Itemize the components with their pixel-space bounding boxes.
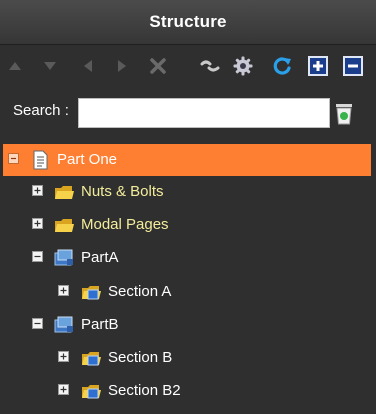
folder-icon: [53, 215, 75, 235]
tree-node-partb[interactable]: PartB: [0, 309, 376, 341]
tree-node-label: Section A: [108, 283, 172, 300]
structure-panel: Structure Search: Part One Nuts & Bolts…: [0, 0, 376, 414]
collapse-toggle[interactable]: [8, 153, 19, 164]
folder-icon: [53, 182, 75, 202]
collapse-all-icon[interactable]: [341, 54, 365, 78]
tree-node-label: PartA: [81, 249, 119, 266]
collapse-toggle[interactable]: [32, 251, 43, 262]
section-icon: [80, 282, 102, 302]
panel-title: Structure: [149, 12, 227, 31]
tree-node-section-b[interactable]: Section B: [0, 342, 376, 374]
tree-node-label: Modal Pages: [81, 216, 169, 233]
move-right-icon[interactable]: [110, 54, 134, 78]
search-label: Search :: [13, 102, 69, 119]
expand-toggle[interactable]: [58, 351, 69, 362]
expand-toggle[interactable]: [58, 384, 69, 395]
move-down-icon[interactable]: [38, 54, 62, 78]
tree-node-label: PartB: [81, 316, 119, 333]
tree-node-parta[interactable]: PartA: [0, 242, 376, 274]
move-up-icon[interactable]: [3, 54, 27, 78]
section-icon: [80, 381, 102, 401]
part-icon: [53, 315, 75, 335]
part-icon: [53, 248, 75, 268]
expand-toggle[interactable]: [32, 218, 43, 229]
tree-node-section-a[interactable]: Section A: [0, 276, 376, 308]
structure-tree: Part One Nuts & Bolts Modal Pages PartA …: [0, 144, 376, 414]
delete-icon[interactable]: [146, 54, 170, 78]
search-row: Search :: [0, 94, 376, 134]
search-input[interactable]: [78, 98, 330, 128]
expand-all-icon[interactable]: [306, 54, 330, 78]
page-icon: [29, 150, 51, 170]
link-icon[interactable]: [198, 54, 222, 78]
tree-node-part-one[interactable]: Part One: [3, 144, 371, 176]
refresh-icon[interactable]: [270, 54, 294, 78]
expand-toggle[interactable]: [58, 285, 69, 296]
collapse-toggle[interactable]: [32, 318, 43, 329]
tree-node-nuts-bolts[interactable]: Nuts & Bolts: [0, 176, 376, 208]
clear-search-icon[interactable]: [333, 102, 355, 126]
settings-icon[interactable]: [231, 54, 255, 78]
tree-node-label: Section B2: [108, 382, 181, 399]
tree-node-label: Nuts & Bolts: [81, 183, 164, 200]
tree-node-label: Section B: [108, 349, 173, 366]
section-icon: [80, 348, 102, 368]
toolbar: [0, 52, 376, 82]
tree-node-label: Part One: [57, 151, 118, 168]
expand-toggle[interactable]: [32, 185, 43, 196]
panel-header: Structure: [0, 0, 376, 45]
tree-node-section-b2[interactable]: Section B2: [0, 375, 376, 407]
tree-node-modal-pages[interactable]: Modal Pages: [0, 209, 376, 241]
move-left-icon[interactable]: [76, 54, 100, 78]
